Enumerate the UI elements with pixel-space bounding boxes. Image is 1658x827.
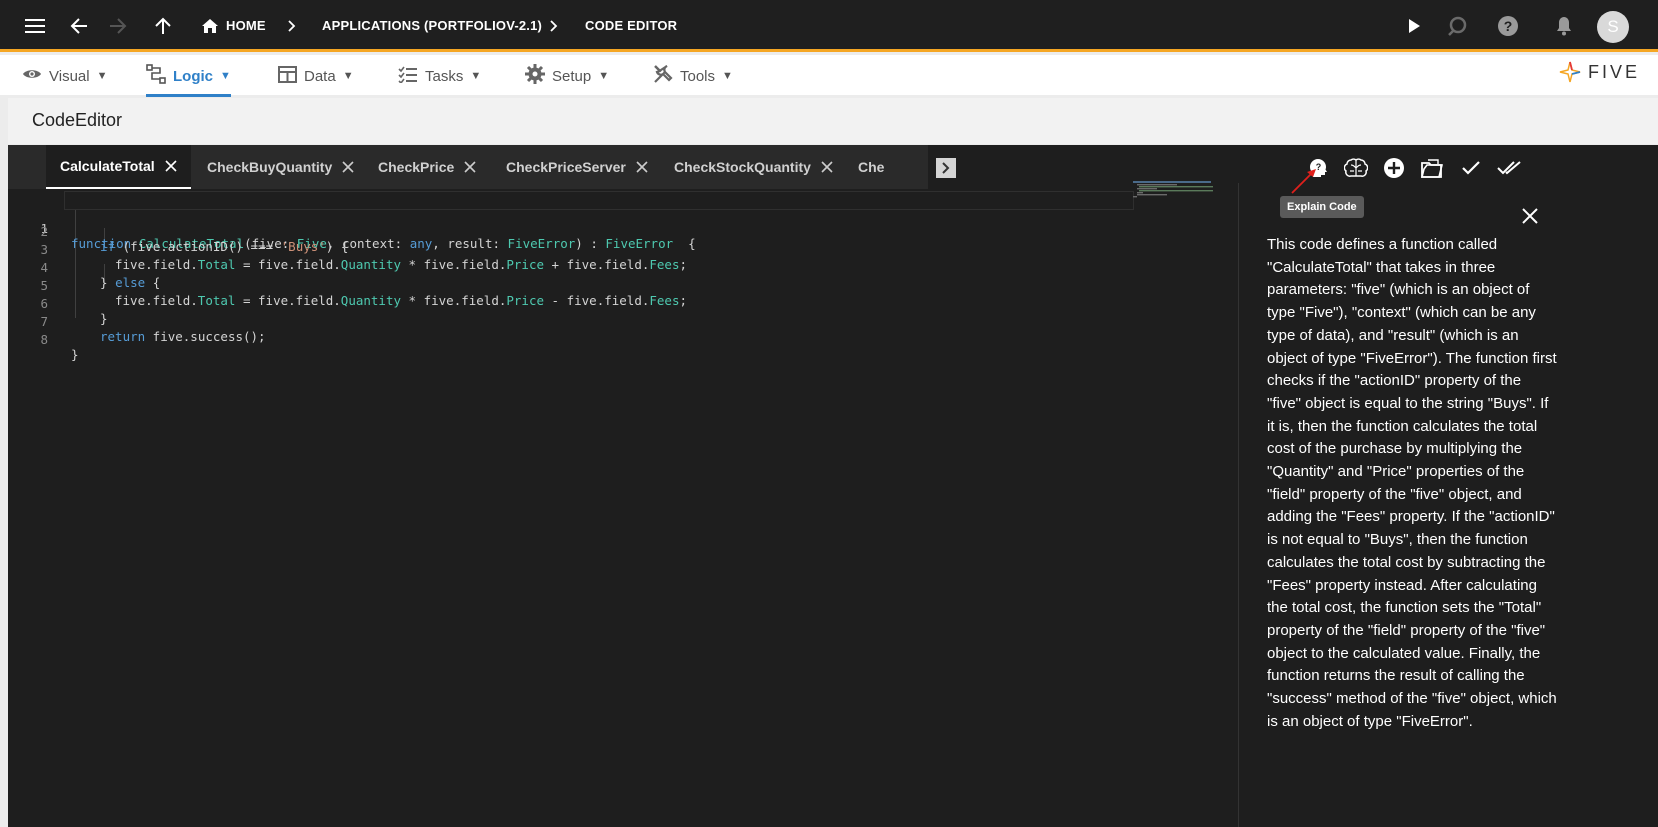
panel-divider[interactable]: [1238, 183, 1239, 827]
page-header: CodeEditor: [8, 98, 1658, 144]
code-line: 3 five.field.Total = five.field.Quantity…: [40, 242, 688, 272]
svg-text:?: ?: [1504, 18, 1513, 34]
menu-bar: Visual ▼ Logic ▼ Data ▼ Tasks ▼ Setup ▼ …: [0, 55, 1658, 97]
logic-icon: [146, 64, 166, 88]
top-bar: HOME APPLICATIONS (PORTFOLIOV-2.1) CODE …: [0, 0, 1658, 52]
breadcrumb-home[interactable]: HOME: [226, 18, 266, 33]
forward-arrow-icon[interactable]: [103, 11, 133, 41]
explain-code-tooltip: Explain Code: [1280, 196, 1364, 218]
code-line: 1 function CalculateTotal(five: Five, co…: [8, 191, 1208, 251]
close-icon[interactable]: [165, 160, 177, 172]
page-title: CodeEditor: [32, 110, 123, 130]
tab-check-price-server[interactable]: CheckPriceServer: [506, 145, 648, 189]
explanation-text: This code defines a function called "Cal…: [1267, 236, 1557, 730]
menu-visual[interactable]: Visual ▼: [22, 61, 107, 91]
eye-icon: [22, 67, 42, 85]
table-icon: [278, 65, 297, 87]
open-folder-icon[interactable]: [1419, 155, 1445, 181]
menu-logic[interactable]: Logic ▼: [146, 61, 231, 97]
code-line: 6 }: [40, 296, 108, 326]
code-minimap[interactable]: [1133, 181, 1213, 201]
breadcrumb-applications[interactable]: APPLICATIONS (PORTFOLIOV-2.1): [322, 18, 542, 33]
home-icon[interactable]: [195, 11, 225, 41]
tabs-scroll-right-icon[interactable]: [936, 158, 956, 178]
tab-check-price[interactable]: CheckPrice: [378, 145, 476, 189]
tab-check-buy-quantity[interactable]: CheckBuyQuantity: [207, 145, 354, 189]
save-check-icon[interactable]: [1458, 155, 1484, 181]
red-arrow-annotation: [1291, 169, 1316, 194]
chevron-right-icon: [549, 14, 559, 43]
code-line: 2 if (five.actionID() === 'Buys') {: [40, 224, 349, 254]
play-icon[interactable]: [1399, 11, 1429, 41]
chevron-right-icon: [287, 14, 297, 43]
debug-icon[interactable]: [1442, 11, 1472, 41]
close-icon[interactable]: [342, 161, 354, 173]
tab-truncated[interactable]: Che: [858, 145, 884, 189]
tab-calculate-total[interactable]: CalculateTotal: [46, 145, 191, 189]
menu-setup[interactable]: Setup ▼: [525, 61, 609, 91]
gear-icon: [525, 64, 545, 88]
tab-check-stock-quantity[interactable]: CheckStockQuantity: [674, 145, 833, 189]
menu-tasks[interactable]: Tasks ▼: [398, 61, 481, 91]
back-arrow-icon[interactable]: [64, 11, 94, 41]
close-icon[interactable]: [1519, 205, 1541, 227]
ai-brain-icon[interactable]: [1343, 155, 1369, 181]
hamburger-menu-icon[interactable]: [20, 11, 50, 41]
code-line: 5 five.field.Total = five.field.Quantity…: [40, 278, 688, 308]
menu-data[interactable]: Data ▼: [278, 61, 354, 91]
save-all-double-check-icon[interactable]: [1496, 155, 1522, 181]
help-icon[interactable]: ?: [1493, 11, 1523, 41]
breadcrumb-code-editor[interactable]: CODE EDITOR: [585, 18, 677, 33]
close-icon[interactable]: [821, 161, 833, 173]
editor-tabs: CalculateTotal CheckBuyQuantity CheckPri…: [8, 145, 928, 189]
add-icon[interactable]: [1381, 155, 1407, 181]
user-avatar[interactable]: S: [1597, 11, 1629, 43]
up-arrow-icon[interactable]: [148, 11, 178, 41]
tools-icon: [653, 64, 673, 88]
menu-tools[interactable]: Tools ▼: [653, 61, 733, 91]
code-line: 4 } else {: [40, 260, 161, 290]
tasks-icon: [398, 66, 418, 87]
code-editor: CalculateTotal CheckBuyQuantity CheckPri…: [8, 145, 1658, 827]
five-logo-icon: [1559, 61, 1581, 83]
close-icon[interactable]: [464, 161, 476, 173]
notification-bell-icon[interactable]: [1549, 11, 1579, 41]
code-line: 7 return five.success();: [40, 314, 266, 344]
code-area[interactable]: 1 function CalculateTotal(five: Five, co…: [8, 191, 1308, 827]
active-line-highlight: [64, 191, 1134, 210]
five-logo: FIVE: [1558, 60, 1640, 84]
code-line: 8 }: [40, 332, 79, 362]
close-icon[interactable]: [636, 161, 648, 173]
